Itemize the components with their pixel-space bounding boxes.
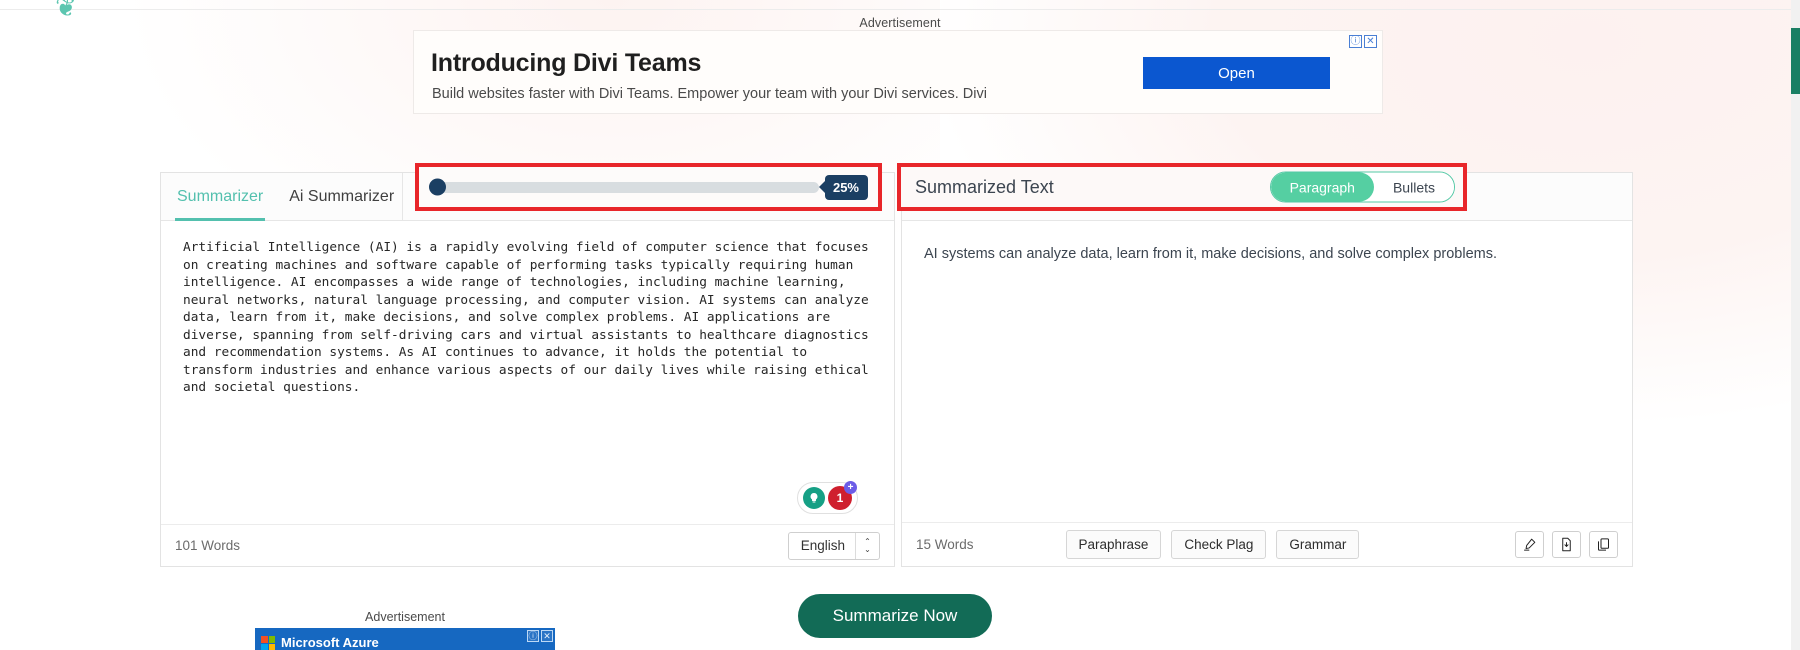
editor-floating-toolbar: 1 + <box>797 481 858 514</box>
top-ad-label: Advertisement <box>859 16 941 30</box>
slider-value-badge: 25% <box>824 174 868 200</box>
summary-text: AI systems can analyze data, learn from … <box>924 246 1498 262</box>
language-select[interactable]: English ⌃ ⌄ <box>787 531 880 560</box>
top-ad-open-button[interactable]: Open <box>1143 57 1330 89</box>
add-plus-icon[interactable]: + <box>844 481 857 494</box>
summary-length-slider[interactable] <box>429 178 819 196</box>
slider-thumb[interactable] <box>429 178 446 196</box>
top-ad-badges: ⓘ ✕ <box>1349 35 1377 48</box>
stepper-arrows-icon[interactable]: ⌃ ⌄ <box>855 532 879 559</box>
bottom-ad-label: Advertisement <box>365 610 445 624</box>
input-word-count: 101 Words <box>175 538 241 553</box>
summarized-text-title: Summarized Text <box>915 176 1054 197</box>
input-panel-footer: 101 Words English ⌃ ⌄ <box>161 524 894 566</box>
check-plagiarism-button[interactable]: Check Plag <box>1171 530 1267 559</box>
summarized-text-header-highlight: Summarized Text Paragraph Bullets <box>897 163 1467 211</box>
tab-ai-summarizer[interactable]: Ai Summarizer <box>287 173 396 220</box>
input-editor-text: Artificial Intelligence (AI) is a rapidl… <box>183 240 877 395</box>
page-scrollbar-track[interactable] <box>1791 0 1800 650</box>
summary-length-slider-highlight: 25% <box>415 163 882 211</box>
paraphrase-button[interactable]: Paraphrase <box>1065 530 1162 559</box>
chevron-down-icon: ⌄ <box>864 544 871 554</box>
output-word-count: 15 Words <box>916 537 974 552</box>
top-advertisement[interactable]: ⓘ ✕ Introducing Divi Teams Build website… <box>413 30 1383 114</box>
top-ad-subtitle: Build websites faster with Divi Teams. E… <box>432 86 987 102</box>
tab-list: Summarizer Ai Summarizer <box>161 173 396 221</box>
output-icon-buttons <box>1515 531 1618 558</box>
app-page: ❦ Advertisement ⓘ ✕ Introducing Divi Tea… <box>0 0 1800 650</box>
summarize-now-button[interactable]: Summarize Now <box>798 594 992 638</box>
highlighter-icon[interactable] <box>1515 531 1544 558</box>
segment-paragraph[interactable]: Paragraph <box>1270 172 1374 202</box>
output-panel-footer: 15 Words Paraphrase Check Plag Grammar <box>902 522 1632 566</box>
tab-summarizer[interactable]: Summarizer <box>175 173 266 221</box>
issue-count-value: 1 <box>836 491 844 505</box>
bottom-ad-text: Microsoft Azure <box>281 635 379 650</box>
top-ad-info-icon[interactable]: ⓘ <box>1349 35 1362 48</box>
tab-ai-summarizer-label: Ai Summarizer <box>289 187 395 205</box>
format-segmented-control: Paragraph Bullets <box>1269 171 1455 203</box>
bottom-ad-badges: ⓘ ✕ <box>527 630 553 642</box>
top-ad-title: Introducing Divi Teams <box>431 49 702 77</box>
language-select-value: English <box>800 538 845 553</box>
summarizer-input-panel: Summarizer Ai Summarizer Artificial Inte… <box>160 172 895 567</box>
header-divider <box>402 173 404 220</box>
top-ad-close-icon[interactable]: ✕ <box>1364 35 1377 48</box>
page-scrollbar-thumb[interactable] <box>1791 28 1800 94</box>
tab-summarizer-label: Summarizer <box>177 187 264 205</box>
download-icon[interactable] <box>1552 531 1581 558</box>
output-action-buttons: Paraphrase Check Plag Grammar <box>1065 530 1360 559</box>
grammar-button[interactable]: Grammar <box>1276 530 1360 559</box>
header-rule <box>0 9 1800 10</box>
copy-icon[interactable] <box>1589 531 1618 558</box>
lightbulb-icon[interactable] <box>803 487 825 509</box>
output-body[interactable]: AI systems can analyze data, learn from … <box>902 221 1632 522</box>
bottom-ad-close-icon[interactable]: ✕ <box>541 630 553 642</box>
bottom-advertisement[interactable]: Microsoft Azure ⓘ ✕ <box>255 628 555 650</box>
microsoft-logo-icon <box>261 636 275 650</box>
bottom-ad-info-icon[interactable]: ⓘ <box>527 630 539 642</box>
issue-count-badge[interactable]: 1 + <box>828 481 857 510</box>
summarized-output-panel: AI systems can analyze data, learn from … <box>901 172 1633 567</box>
segment-bullets[interactable]: Bullets <box>1373 172 1454 202</box>
input-editor[interactable]: Artificial Intelligence (AI) is a rapidl… <box>161 221 894 524</box>
